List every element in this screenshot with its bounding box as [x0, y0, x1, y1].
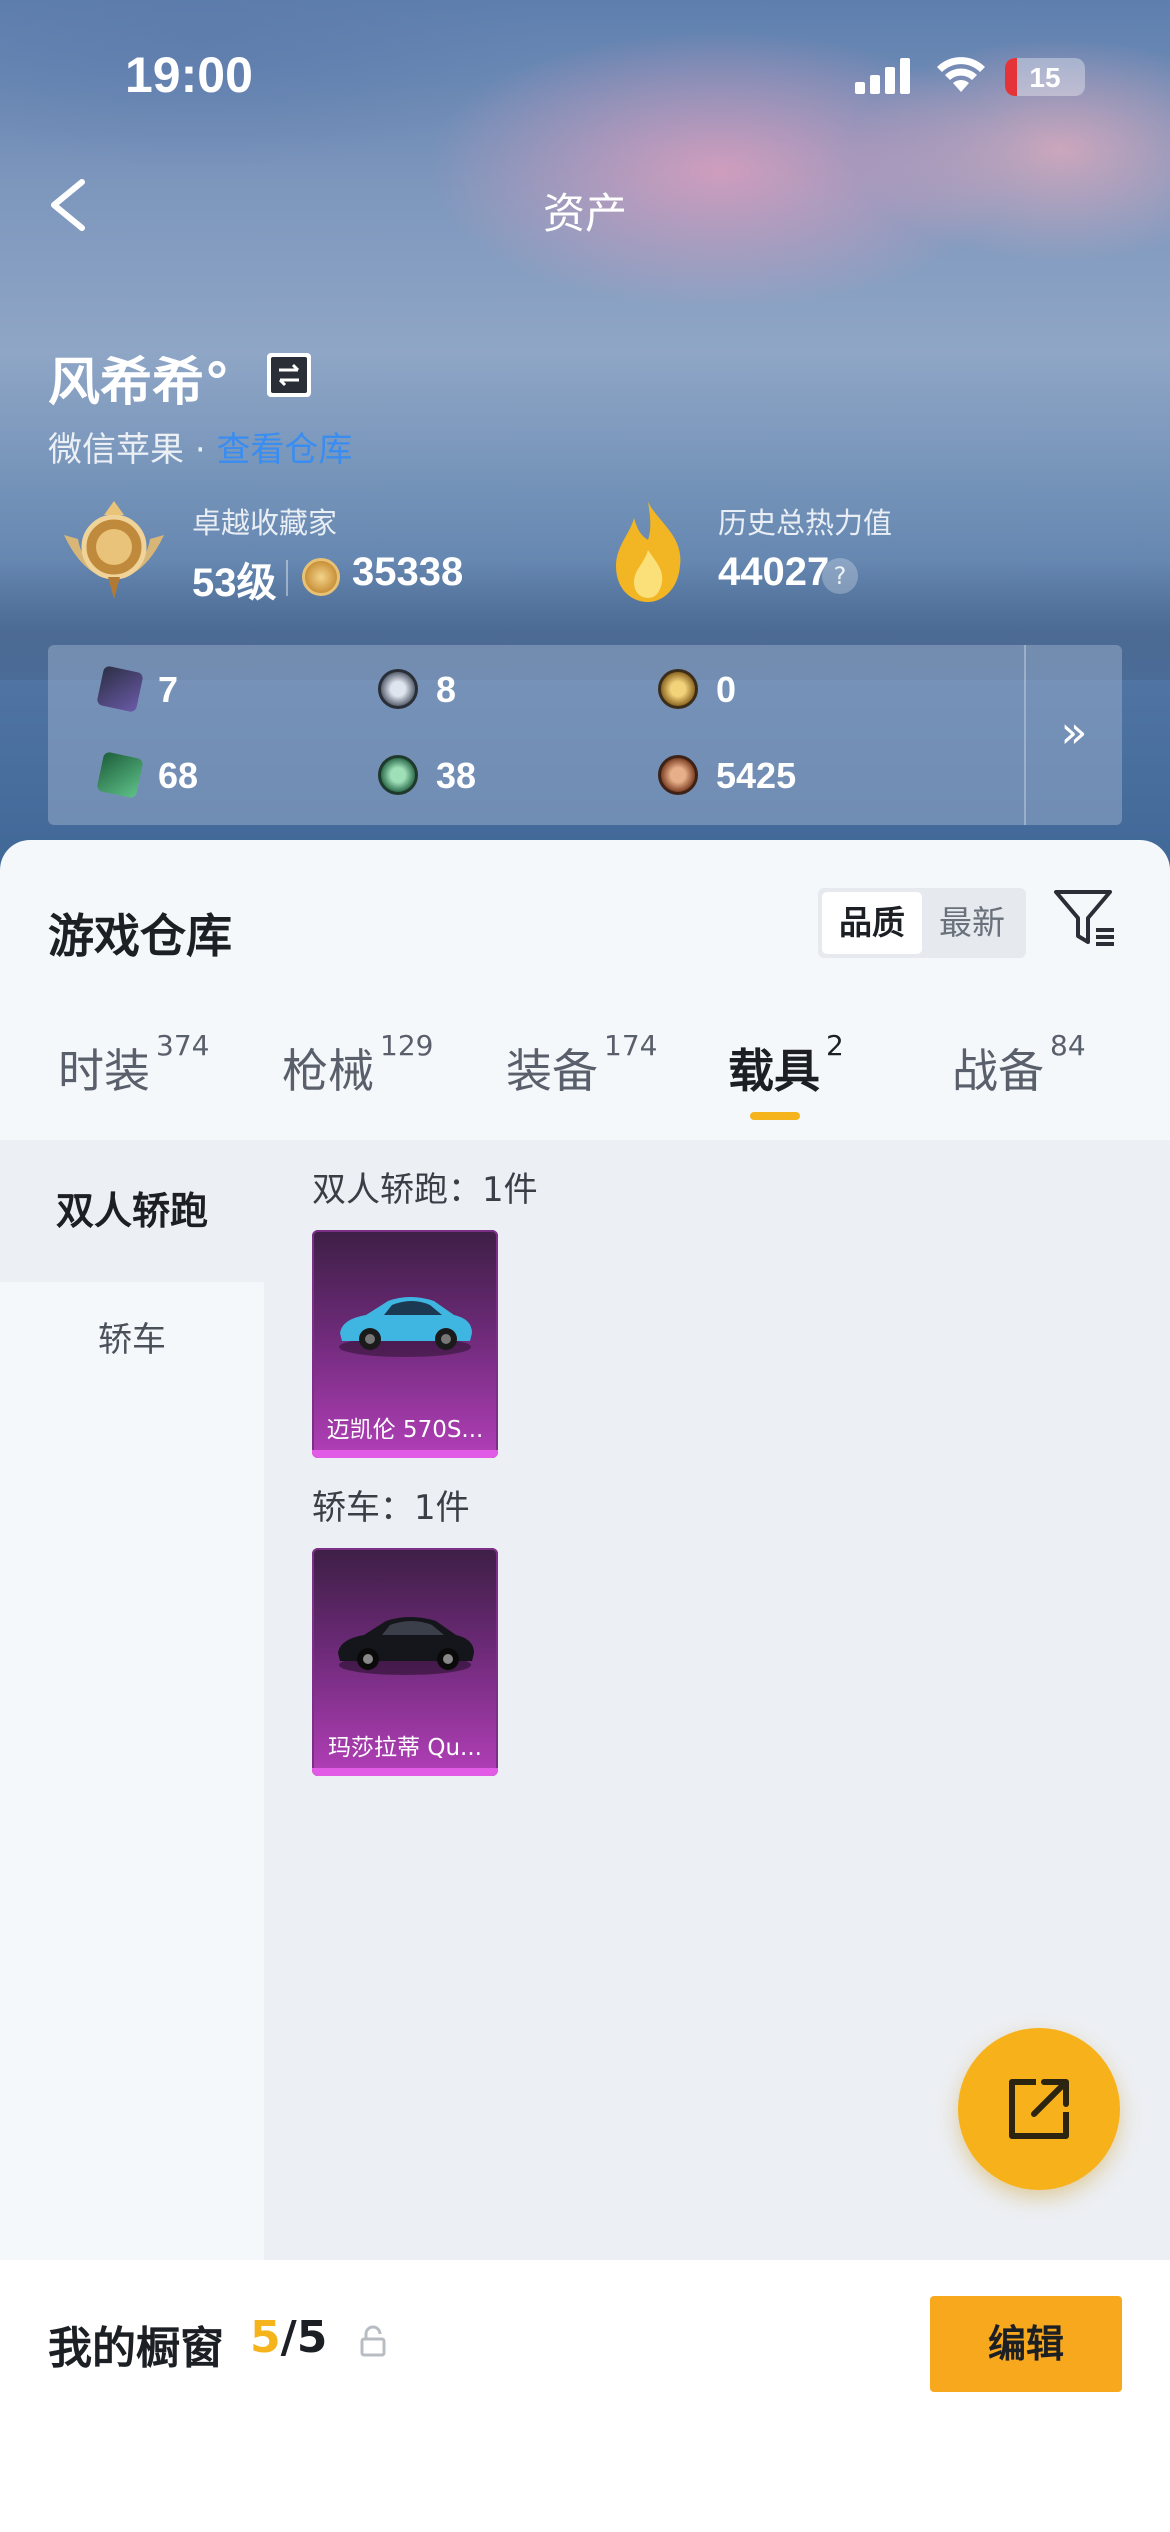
item-name: 玛莎拉蒂 Qu... [328, 1735, 482, 1761]
heat-label: 历史总热力值 [718, 506, 893, 540]
user-name: 风希希° [48, 353, 231, 413]
item-card[interactable]: 迈凯伦 570S... [312, 1230, 498, 1458]
tab-supplies[interactable]: 战备 84 [952, 1029, 1086, 1101]
stat-value: 68 [158, 755, 199, 796]
sort-toggle: 品质 最新 [818, 888, 1026, 958]
category-tabs: 时装 374 枪械 129 装备 174 载具 2 战备 84 [0, 1029, 1170, 1135]
tab-label: 时装 [58, 1044, 150, 1098]
filter-icon[interactable] [1052, 886, 1118, 952]
expand-currency-button[interactable]: » [1024, 645, 1122, 825]
tab-label: 装备 [506, 1044, 598, 1098]
bronze-coin-icon [658, 755, 698, 795]
wifi-icon [937, 57, 985, 92]
platform-line: 微信苹果 · 查看仓库 [48, 430, 353, 470]
tab-guns[interactable]: 枪械 129 [282, 1029, 433, 1101]
showcase-bar: 我的橱窗 5/5 编辑 [0, 2260, 1170, 2532]
active-tab-indicator [750, 1112, 800, 1120]
lock-icon [360, 2325, 386, 2357]
warehouse-title: 游戏仓库 [48, 909, 232, 963]
green-card-icon [96, 751, 144, 799]
collector-coin-icon [302, 558, 340, 596]
heat-value: 44027 [718, 550, 830, 594]
platform-name: 微信苹果 [48, 430, 184, 470]
group-title: 轿车：1件 [312, 1488, 470, 1528]
tab-label: 战备 [952, 1044, 1044, 1098]
collector-level: 53级 [192, 561, 277, 605]
subcategory-sidebar: 双人轿跑 轿车 [0, 1140, 264, 2260]
currency-panel: 7 8 0 68 38 5425 » [48, 645, 1122, 825]
battery-level: 15 [1029, 62, 1061, 93]
tab-label: 载具 [728, 1044, 820, 1098]
green-coin-icon [378, 755, 418, 795]
tab-count: 174 [604, 1029, 658, 1062]
share-icon [1009, 2079, 1069, 2139]
collector-medal-icon [64, 501, 164, 599]
purple-card-icon [96, 665, 144, 713]
collector-label: 卓越收藏家 [192, 506, 338, 540]
gold-coin-icon [658, 669, 698, 709]
sort-newest-button[interactable]: 最新 [922, 892, 1022, 954]
black-sedan-image [338, 1617, 474, 1675]
sidebar-item-sedan[interactable]: 轿车 [0, 1300, 264, 1380]
sort-quality-button[interactable]: 品质 [822, 892, 922, 954]
tab-fashion[interactable]: 时装 374 [58, 1029, 209, 1101]
group-title: 双人轿跑：1件 [312, 1170, 538, 1210]
showcase-count: 5/5 [250, 2312, 327, 2363]
stat-value: 0 [716, 669, 737, 710]
tab-vehicles[interactable]: 载具 2 [728, 1029, 844, 1101]
status-bar: 19:00 15 [0, 0, 1170, 150]
divider [286, 560, 288, 596]
cellular-signal-icon [855, 58, 913, 94]
collector-points: 35338 [352, 550, 464, 594]
gray-coin-icon [378, 669, 418, 709]
stat-value: 38 [436, 755, 477, 796]
stat-value: 8 [436, 669, 457, 710]
edit-button[interactable]: 编辑 [930, 2296, 1122, 2392]
status-time: 19:00 [125, 47, 253, 103]
share-button[interactable] [958, 2028, 1120, 2190]
sidebar-item-coupe[interactable]: 双人轿跑 [0, 1140, 264, 1282]
warehouse-sheet: 游戏仓库 品质 最新 时装 374 枪械 129 装备 174 载具 2 战备 84 双人… [0, 840, 1170, 2532]
flame-icon [616, 502, 681, 602]
platform-link[interactable]: 查看仓库 [216, 430, 352, 470]
stat-value: 7 [158, 669, 179, 710]
stat-value: 5425 [716, 755, 797, 796]
tab-count: 374 [156, 1029, 210, 1062]
tab-count: 84 [1050, 1029, 1086, 1062]
showcase-total: /5 [280, 2312, 328, 2363]
item-card[interactable]: 玛莎拉蒂 Qu... [312, 1548, 498, 1776]
tab-equipment[interactable]: 装备 174 [506, 1029, 657, 1101]
showcase-used: 5 [250, 2312, 281, 2363]
blue-sports-car-image [339, 1297, 472, 1357]
tab-count: 129 [380, 1029, 434, 1062]
tab-label: 枪械 [282, 1044, 374, 1098]
help-icon[interactable]: ? [822, 558, 858, 594]
tab-count: 2 [826, 1029, 844, 1062]
showcase-label: 我的橱窗 [48, 2323, 224, 2374]
item-name: 迈凯伦 570S... [326, 1417, 484, 1443]
battery-icon: 15 [1005, 58, 1085, 96]
switch-account-icon[interactable] [267, 353, 311, 397]
page-title: 资产 [542, 189, 627, 238]
